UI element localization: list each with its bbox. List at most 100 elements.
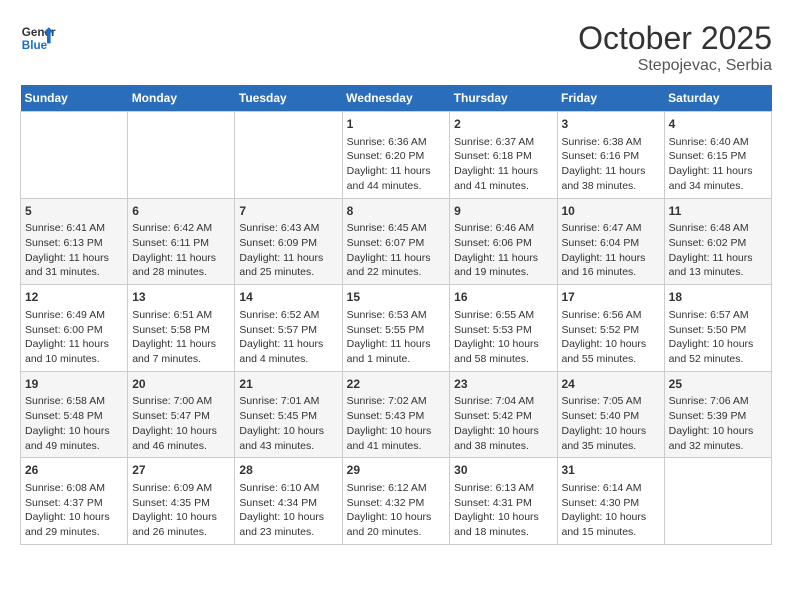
day-info: Sunrise: 7:02 AM Sunset: 5:43 PM Dayligh…	[347, 394, 446, 453]
day-number: 6	[132, 203, 230, 220]
day-info: Sunrise: 6:36 AM Sunset: 6:20 PM Dayligh…	[347, 135, 446, 194]
day-info: Sunrise: 6:13 AM Sunset: 4:31 PM Dayligh…	[454, 481, 552, 540]
calendar-cell: 30 Sunrise: 6:13 AM Sunset: 4:31 PM Dayli…	[450, 458, 557, 545]
calendar-cell: 25Sunrise: 7:06 AM Sunset: 5:39 PM Dayli…	[664, 371, 771, 458]
day-number: 15	[347, 289, 446, 306]
day-number: 17	[562, 289, 660, 306]
day-number: 24	[562, 376, 660, 393]
day-info: Sunrise: 6:12 AM Sunset: 4:32 PM Dayligh…	[347, 481, 446, 540]
day-info: Sunrise: 6:52 AM Sunset: 5:57 PM Dayligh…	[239, 308, 337, 367]
weekday-header: Sunday	[21, 85, 128, 112]
calendar-cell	[664, 458, 771, 545]
calendar-cell	[235, 112, 342, 199]
day-info: Sunrise: 7:06 AM Sunset: 5:39 PM Dayligh…	[669, 394, 767, 453]
day-info: Sunrise: 7:04 AM Sunset: 5:42 PM Dayligh…	[454, 394, 552, 453]
day-number: 13	[132, 289, 230, 306]
day-info: Sunrise: 6:08 AM Sunset: 4:37 PM Dayligh…	[25, 481, 123, 540]
day-number: 5	[25, 203, 123, 220]
day-number: 9	[454, 203, 552, 220]
calendar-cell: 5Sunrise: 6:41 AM Sunset: 6:13 PM Daylig…	[21, 198, 128, 285]
calendar-cell: 24Sunrise: 7:05 AM Sunset: 5:40 PM Dayli…	[557, 371, 664, 458]
day-info: Sunrise: 6:55 AM Sunset: 5:53 PM Dayligh…	[454, 308, 552, 367]
day-number: 8	[347, 203, 446, 220]
page-header: General Blue October 2025 Stepojevac, Se…	[20, 20, 772, 75]
calendar-cell: 26 Sunrise: 6:08 AM Sunset: 4:37 PM Dayli…	[21, 458, 128, 545]
weekday-header: Saturday	[664, 85, 771, 112]
day-info: Sunrise: 6:57 AM Sunset: 5:50 PM Dayligh…	[669, 308, 767, 367]
calendar-cell: 12 Sunrise: 6:49 AM Sunset: 6:00 PM Dayli…	[21, 285, 128, 372]
day-number: 28	[239, 462, 337, 479]
calendar-cell: 23Sunrise: 7:04 AM Sunset: 5:42 PM Dayli…	[450, 371, 557, 458]
day-number: 25	[669, 376, 767, 393]
day-number: 19	[25, 376, 123, 393]
calendar-cell: 3Sunrise: 6:38 AM Sunset: 6:16 PM Daylig…	[557, 112, 664, 199]
calendar-cell: 28 Sunrise: 6:10 AM Sunset: 4:34 PM Dayli…	[235, 458, 342, 545]
day-info: Sunrise: 6:53 AM Sunset: 5:55 PM Dayligh…	[347, 308, 446, 367]
weekday-header: Thursday	[450, 85, 557, 112]
weekday-header: Friday	[557, 85, 664, 112]
logo-icon: General Blue	[20, 20, 56, 56]
day-info: Sunrise: 6:48 AM Sunset: 6:02 PM Dayligh…	[669, 221, 767, 280]
calendar-cell: 31 Sunrise: 6:14 AM Sunset: 4:30 PM Dayli…	[557, 458, 664, 545]
calendar-table: SundayMondayTuesdayWednesdayThursdayFrid…	[20, 85, 772, 545]
day-info: Sunrise: 6:49 AM Sunset: 6:00 PM Dayligh…	[25, 308, 123, 367]
calendar-cell: 18Sunrise: 6:57 AM Sunset: 5:50 PM Dayli…	[664, 285, 771, 372]
calendar-cell: 15 Sunrise: 6:53 AM Sunset: 5:55 PM Dayli…	[342, 285, 450, 372]
day-number: 12	[25, 289, 123, 306]
day-info: Sunrise: 7:01 AM Sunset: 5:45 PM Dayligh…	[239, 394, 337, 453]
day-info: Sunrise: 6:40 AM Sunset: 6:15 PM Dayligh…	[669, 135, 767, 194]
day-info: Sunrise: 6:46 AM Sunset: 6:06 PM Dayligh…	[454, 221, 552, 280]
day-number: 7	[239, 203, 337, 220]
calendar-cell: 17 Sunrise: 6:56 AM Sunset: 5:52 PM Dayli…	[557, 285, 664, 372]
calendar-cell: 29 Sunrise: 6:12 AM Sunset: 4:32 PM Dayli…	[342, 458, 450, 545]
day-number: 29	[347, 462, 446, 479]
day-number: 21	[239, 376, 337, 393]
calendar-cell: 16 Sunrise: 6:55 AM Sunset: 5:53 PM Dayli…	[450, 285, 557, 372]
day-number: 14	[239, 289, 337, 306]
day-number: 26	[25, 462, 123, 479]
day-number: 20	[132, 376, 230, 393]
day-number: 10	[562, 203, 660, 220]
day-info: Sunrise: 6:58 AM Sunset: 5:48 PM Dayligh…	[25, 394, 123, 453]
day-number: 4	[669, 116, 767, 133]
day-number: 27	[132, 462, 230, 479]
calendar-cell: 10Sunrise: 6:47 AM Sunset: 6:04 PM Dayli…	[557, 198, 664, 285]
day-number: 2	[454, 116, 552, 133]
calendar-cell: 9Sunrise: 6:46 AM Sunset: 6:06 PM Daylig…	[450, 198, 557, 285]
calendar-cell: 2 Sunrise: 6:37 AM Sunset: 6:18 PM Daylig…	[450, 112, 557, 199]
day-info: Sunrise: 6:41 AM Sunset: 6:13 PM Dayligh…	[25, 221, 123, 280]
svg-text:General: General	[22, 26, 56, 39]
title-block: October 2025 Stepojevac, Serbia	[578, 20, 772, 75]
day-number: 16	[454, 289, 552, 306]
calendar-cell: 14 Sunrise: 6:52 AM Sunset: 5:57 PM Dayli…	[235, 285, 342, 372]
day-number: 22	[347, 376, 446, 393]
day-number: 11	[669, 203, 767, 220]
location: Stepojevac, Serbia	[578, 57, 772, 75]
calendar-cell: 22Sunrise: 7:02 AM Sunset: 5:43 PM Dayli…	[342, 371, 450, 458]
day-info: Sunrise: 6:42 AM Sunset: 6:11 PM Dayligh…	[132, 221, 230, 280]
weekday-header: Monday	[128, 85, 235, 112]
calendar-cell: 19Sunrise: 6:58 AM Sunset: 5:48 PM Dayli…	[21, 371, 128, 458]
day-number: 31	[562, 462, 660, 479]
calendar-cell: 1 Sunrise: 6:36 AM Sunset: 6:20 PM Daylig…	[342, 112, 450, 199]
day-info: Sunrise: 6:14 AM Sunset: 4:30 PM Dayligh…	[562, 481, 660, 540]
day-info: Sunrise: 6:43 AM Sunset: 6:09 PM Dayligh…	[239, 221, 337, 280]
calendar-cell	[128, 112, 235, 199]
day-info: Sunrise: 6:37 AM Sunset: 6:18 PM Dayligh…	[454, 135, 552, 194]
month-title: October 2025	[578, 20, 772, 57]
day-number: 30	[454, 462, 552, 479]
day-info: Sunrise: 6:10 AM Sunset: 4:34 PM Dayligh…	[239, 481, 337, 540]
weekday-header: Tuesday	[235, 85, 342, 112]
svg-text:Blue: Blue	[22, 39, 48, 52]
day-number: 1	[347, 116, 446, 133]
calendar-cell: 4 Sunrise: 6:40 AM Sunset: 6:15 PM Daylig…	[664, 112, 771, 199]
day-info: Sunrise: 7:05 AM Sunset: 5:40 PM Dayligh…	[562, 394, 660, 453]
calendar-cell: 7Sunrise: 6:43 AM Sunset: 6:09 PM Daylig…	[235, 198, 342, 285]
day-number: 23	[454, 376, 552, 393]
day-number: 3	[562, 116, 660, 133]
day-info: Sunrise: 6:51 AM Sunset: 5:58 PM Dayligh…	[132, 308, 230, 367]
day-info: Sunrise: 6:45 AM Sunset: 6:07 PM Dayligh…	[347, 221, 446, 280]
weekday-header: Wednesday	[342, 85, 450, 112]
day-info: Sunrise: 6:56 AM Sunset: 5:52 PM Dayligh…	[562, 308, 660, 367]
day-info: Sunrise: 6:09 AM Sunset: 4:35 PM Dayligh…	[132, 481, 230, 540]
